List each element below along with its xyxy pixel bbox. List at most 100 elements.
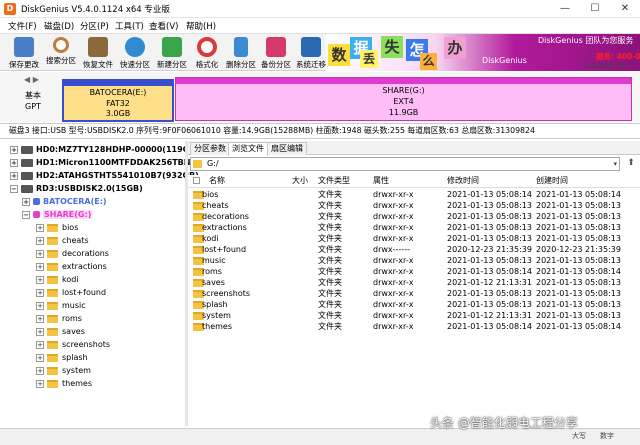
select-all-checkbox[interactable] xyxy=(193,177,200,184)
tree-disk-hd1[interactable]: + HD1:Micron1100MTFDDAK256TBN(2 xyxy=(10,156,200,169)
banner-brand: DiskGenius xyxy=(482,56,527,65)
expand-toggle[interactable]: + xyxy=(36,379,44,388)
menu-disk[interactable]: 磁盘(D) xyxy=(44,20,74,32)
expand-toggle[interactable]: + xyxy=(36,366,44,375)
tab-partition-params[interactable]: 分区参数 xyxy=(190,142,230,155)
new-partition-button[interactable]: 新建分区 xyxy=(153,35,191,71)
column-type[interactable]: 文件类型 xyxy=(318,175,350,187)
file-row[interactable]: decorations 文件夹 drwxr-xr-x 2021-01-13 05:08… xyxy=(188,211,640,222)
tree-folder-item[interactable]: + screenshots xyxy=(36,338,110,351)
tab-sector-editor[interactable]: 扇区编辑 xyxy=(267,142,307,155)
partition-icon xyxy=(33,211,40,218)
maximize-button[interactable]: ☐ xyxy=(580,0,610,18)
tree-disk-label: HD0:MZ7TY128HDHP-00000(119GB) xyxy=(36,145,199,154)
menu-tools[interactable]: 工具(T) xyxy=(115,20,144,32)
partition-block-batocera[interactable]: BATOCERA(E:) FAT32 3.0GB xyxy=(62,79,174,122)
file-row[interactable]: splash 文件夹 drwxr-xr-x 2021-01-13 05:08:13 20… xyxy=(188,299,640,310)
folder-icon xyxy=(47,379,58,388)
file-row[interactable]: cheats 文件夹 drwxr-xr-x 2021-01-13 05:08:13 20… xyxy=(188,200,640,211)
file-row[interactable]: extractions 文件夹 drwxr-xr-x 2021-01-13 05:08… xyxy=(188,222,640,233)
expand-toggle[interactable]: + xyxy=(36,340,44,349)
path-combobox[interactable]: G:/ ▾ xyxy=(190,157,620,171)
tree-folder-item[interactable]: + cheats xyxy=(36,234,89,247)
minimize-button[interactable]: — xyxy=(550,0,580,18)
tree-folder-item[interactable]: + music xyxy=(36,299,86,312)
file-row[interactable]: themes 文件夹 drwxr-xr-x 2021-01-13 05:08:14 20… xyxy=(188,321,640,332)
file-row[interactable]: roms 文件夹 drwxr-xr-x 2021-01-13 05:08:14 2021… xyxy=(188,266,640,277)
menu-help[interactable]: 帮助(H) xyxy=(186,20,216,32)
expand-toggle[interactable]: + xyxy=(36,288,44,297)
file-row[interactable]: bios 文件夹 drwxr-xr-x 2021-01-13 05:08:14 2021… xyxy=(188,189,640,200)
tree-folder-label: music xyxy=(62,301,86,310)
expand-toggle[interactable]: + xyxy=(10,145,18,154)
tree-folder-item[interactable]: + lost+found xyxy=(36,286,106,299)
expand-toggle[interactable]: + xyxy=(36,314,44,323)
tree-folder-item[interactable]: + themes xyxy=(36,377,92,390)
column-created[interactable]: 创建时间 xyxy=(536,175,568,187)
tree-folder-item[interactable]: + extractions xyxy=(36,260,107,273)
column-size[interactable]: 大小 xyxy=(292,175,308,187)
folder-icon xyxy=(47,366,58,375)
expand-toggle[interactable]: + xyxy=(36,327,44,336)
file-name: extractions xyxy=(202,223,247,232)
ad-banner[interactable]: 数 据 丢 失 怎 么 办 DiskGenius 团队为您服务 DiskGeni… xyxy=(326,34,640,71)
tree-folder-item[interactable]: + bios xyxy=(36,221,78,234)
column-modified[interactable]: 修改时间 xyxy=(447,175,479,187)
menu-partition[interactable]: 分区(P) xyxy=(80,20,109,32)
tree-folder-item[interactable]: + roms xyxy=(36,312,82,325)
system-migrate-button[interactable]: 系统迁移 xyxy=(292,35,330,71)
quick-partition-button[interactable]: 快速分区 xyxy=(116,35,154,71)
tree-disk-hd0[interactable]: + HD0:MZ7TY128HDHP-00000(119GB) xyxy=(10,143,199,156)
tab-browse-files[interactable]: 浏览文件 xyxy=(228,142,268,156)
menu-view[interactable]: 查看(V) xyxy=(149,20,178,32)
tree-partition-share[interactable]: − SHARE(G:) xyxy=(22,208,93,221)
expand-toggle[interactable]: + xyxy=(36,236,44,245)
expand-toggle[interactable]: + xyxy=(36,353,44,362)
expand-toggle[interactable]: + xyxy=(36,301,44,310)
collapse-toggle[interactable]: − xyxy=(10,184,18,193)
file-type: 文件夹 xyxy=(318,234,342,243)
recover-files-button[interactable]: 恢复文件 xyxy=(79,35,117,71)
expand-toggle[interactable]: + xyxy=(36,249,44,258)
tree-folder-item[interactable]: + splash xyxy=(36,351,88,364)
close-button[interactable]: ✕ xyxy=(610,0,640,18)
tree-folder-item[interactable]: + decorations xyxy=(36,247,109,260)
save-changes-button[interactable]: 保存更改 xyxy=(5,35,43,71)
column-name[interactable]: 名称 xyxy=(209,175,225,187)
menu-file[interactable]: 文件(F) xyxy=(8,20,37,32)
folder-icon xyxy=(47,340,58,349)
tree-folder-item[interactable]: + system xyxy=(36,364,91,377)
file-row[interactable]: kodi 文件夹 drwxr-xr-x 2021-01-13 05:08:13 2021… xyxy=(188,233,640,244)
file-row[interactable]: saves 文件夹 drwxr-xr-x 2021-01-12 21:13:31 202… xyxy=(188,277,640,288)
tree-folder-item[interactable]: + saves xyxy=(36,325,85,338)
file-row[interactable]: music 文件夹 drwxr-xr-x 2021-01-13 05:08:13 202… xyxy=(188,255,640,266)
column-attributes[interactable]: 属性 xyxy=(373,175,389,187)
format-button[interactable]: 格式化 xyxy=(188,35,226,71)
expand-toggle[interactable]: + xyxy=(22,197,30,206)
tree-disk-hd2[interactable]: + HD2:ATAHGSTHTS541010B7(932GB) xyxy=(10,169,199,182)
file-type: 文件夹 xyxy=(318,311,342,320)
tree-partition-batocera[interactable]: + BATOCERA(E:) xyxy=(22,195,107,208)
expand-toggle[interactable]: + xyxy=(10,158,18,167)
expand-toggle[interactable]: + xyxy=(10,171,18,180)
expand-toggle[interactable]: + xyxy=(36,223,44,232)
search-partition-button[interactable]: 搜索分区 xyxy=(42,35,80,71)
file-row[interactable]: lost+found 文件夹 drwx------ 2020-12-23 21:35:… xyxy=(188,244,640,255)
tree-folder-label: decorations xyxy=(62,249,109,258)
backup-partition-button[interactable]: 备份分区 xyxy=(257,35,295,71)
tree-disk-rd3[interactable]: − RD3:USBDISK2.0(15GB) xyxy=(10,182,143,195)
partition-block-share[interactable]: SHARE(G:) EXT4 11.9GB xyxy=(175,77,632,121)
file-attributes: drwxr-xr-x xyxy=(373,201,414,210)
file-modified: 2021-01-13 05:08:14 xyxy=(447,322,532,331)
collapse-toggle[interactable]: − xyxy=(22,210,30,219)
banner-char: 丢 xyxy=(360,50,378,68)
delete-partition-button[interactable]: 删除分区 xyxy=(222,35,260,71)
file-row[interactable]: screenshots 文件夹 drwxr-xr-x 2021-01-13 05:08… xyxy=(188,288,640,299)
tree-folder-item[interactable]: + kodi xyxy=(36,273,79,286)
up-folder-button[interactable]: ⬆ xyxy=(624,157,638,171)
disk-nav-arrows[interactable]: ◀ ▶ xyxy=(24,75,39,84)
chevron-down-icon[interactable]: ▾ xyxy=(613,158,617,170)
expand-toggle[interactable]: + xyxy=(36,262,44,271)
expand-toggle[interactable]: + xyxy=(36,275,44,284)
file-row[interactable]: system 文件夹 drwxr-xr-x 2021-01-12 21:13:31 20… xyxy=(188,310,640,321)
